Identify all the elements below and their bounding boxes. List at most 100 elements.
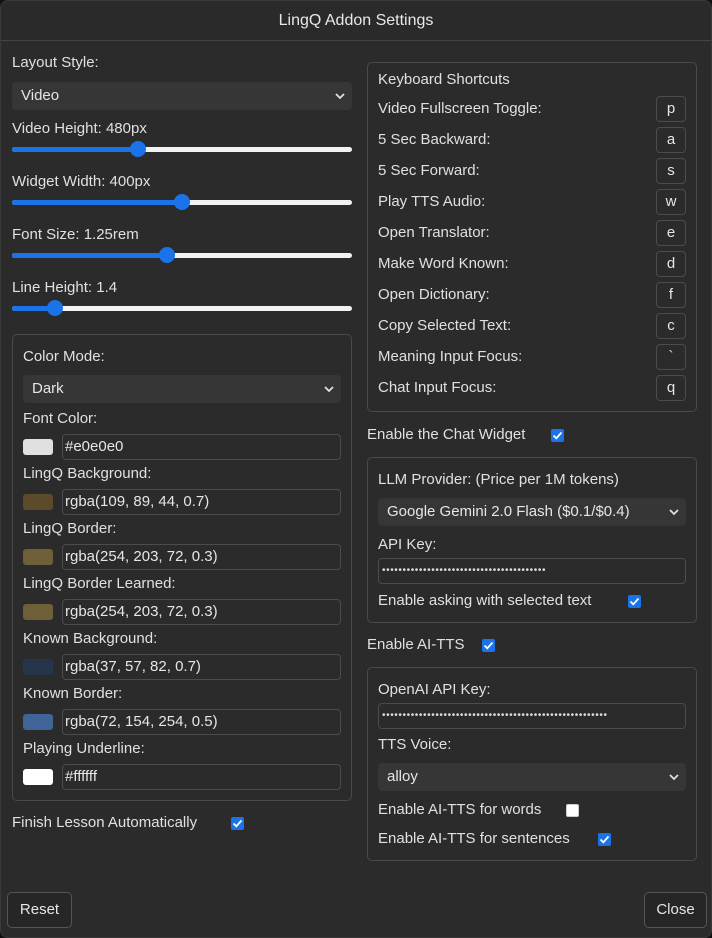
tts-voice-label: TTS Voice:	[378, 736, 452, 753]
widget-width-slider[interactable]	[12, 193, 352, 211]
slider-thumb[interactable]	[174, 194, 190, 210]
openai-key-label: OpenAI API Key:	[378, 681, 491, 698]
layout-style-value: Video	[21, 87, 60, 104]
selected-text-label: Enable asking with selected text	[378, 592, 592, 609]
keyboard-shortcuts-group: Keyboard Shortcuts Video Fullscreen Togg…	[367, 62, 697, 412]
chat-settings-group: LLM Provider: (Price per 1M tokens) Goog…	[367, 457, 697, 623]
color-mode-select[interactable]: Dark	[23, 375, 341, 403]
color-swatch[interactable]	[23, 439, 53, 455]
color-value-input[interactable]: #e0e0e0	[62, 434, 341, 460]
tts-sentences-checkbox[interactable]	[598, 833, 611, 846]
slider-thumb[interactable]	[158, 247, 175, 263]
color-value-input[interactable]: rgba(254, 203, 72, 0.3)	[62, 599, 341, 625]
shortcut-label: Open Translator:	[378, 224, 490, 241]
color-value-input[interactable]: rgba(72, 154, 254, 0.5)	[62, 709, 341, 735]
tts-words-checkbox[interactable]	[566, 804, 579, 817]
shortcut-key-input[interactable]: s	[656, 158, 686, 184]
color-field-label: Known Border:	[23, 685, 123, 702]
color-field-label: LingQ Background:	[23, 465, 152, 482]
color-swatch[interactable]	[23, 769, 53, 785]
shortcut-label: Play TTS Audio:	[378, 193, 486, 210]
font-size-slider[interactable]	[12, 246, 352, 264]
shortcut-label: Make Word Known:	[378, 255, 509, 272]
dialog-title: LingQ Addon Settings	[1, 1, 711, 41]
color-mode-value: Dark	[32, 380, 64, 397]
color-field-label: Playing Underline:	[23, 740, 145, 757]
api-key-input[interactable]: ••••••••••••••••••••••••••••••••••••••••	[378, 558, 686, 584]
shortcut-key-input[interactable]: p	[656, 96, 686, 122]
llm-provider-label: LLM Provider: (Price per 1M tokens)	[378, 471, 619, 488]
api-key-label: API Key:	[378, 536, 437, 553]
tts-sentences-label: Enable AI-TTS for sentences	[378, 830, 570, 847]
shortcut-key-input[interactable]: f	[656, 282, 686, 308]
checkmark-icon	[483, 641, 494, 650]
video-height-slider[interactable]	[12, 140, 352, 158]
shortcut-key-input[interactable]: c	[656, 313, 686, 339]
color-field-label: Known Background:	[23, 630, 158, 647]
line-height-label: Line Height: 1.4	[12, 279, 118, 296]
layout-style-label: Layout Style:	[12, 54, 99, 71]
finish-lesson-checkbox[interactable]	[231, 817, 244, 830]
color-settings-group: Color Mode: Dark Font Color: #e0e0e0 LingQ…	[12, 334, 352, 801]
enable-chat-checkbox[interactable]	[551, 429, 564, 442]
shortcut-label: Chat Input Focus:	[378, 379, 497, 396]
line-height-slider[interactable]	[12, 299, 352, 317]
color-value-input[interactable]: rgba(37, 57, 82, 0.7)	[62, 654, 341, 680]
color-field-label: LingQ Border Learned:	[23, 575, 176, 592]
shortcut-label: Open Dictionary:	[378, 286, 490, 303]
selected-text-checkbox[interactable]	[628, 595, 641, 608]
color-swatch[interactable]	[23, 659, 53, 675]
shortcut-key-input[interactable]: e	[656, 220, 686, 246]
shortcut-label: Video Fullscreen Toggle:	[378, 100, 542, 117]
checkmark-icon	[552, 431, 563, 440]
reset-button[interactable]: Reset	[7, 892, 72, 928]
llm-provider-value: Google Gemini 2.0 Flash ($0.1/$0.4)	[387, 503, 630, 520]
llm-provider-select[interactable]: Google Gemini 2.0 Flash ($0.1/$0.4)	[378, 498, 686, 526]
slider-track	[12, 306, 352, 311]
shortcut-label: 5 Sec Backward:	[378, 131, 491, 148]
finish-lesson-label: Finish Lesson Automatically	[12, 814, 198, 831]
slider-fill	[12, 147, 138, 152]
shortcut-label: Copy Selected Text:	[378, 317, 512, 334]
shortcut-key-input[interactable]: d	[656, 251, 686, 277]
color-value-input[interactable]: #ffffff	[62, 764, 341, 790]
tts-settings-group: OpenAI API Key: ••••••••••••••••••••••••…	[367, 667, 697, 861]
color-swatch[interactable]	[23, 604, 53, 620]
checkmark-icon	[599, 835, 610, 844]
shortcut-key-input[interactable]: q	[656, 375, 686, 401]
color-field-label: LingQ Border:	[23, 520, 117, 537]
shortcut-key-input[interactable]: w	[656, 189, 686, 215]
slider-thumb[interactable]	[129, 141, 146, 157]
color-field-label: Font Color:	[23, 410, 98, 427]
color-swatch[interactable]	[23, 714, 53, 730]
font-size-label: Font Size: 1.25rem	[12, 226, 139, 243]
checkmark-icon	[232, 819, 243, 828]
settings-dialog: LingQ Addon Settings Layout Style: Video…	[0, 0, 712, 938]
widget-width-label: Widget Width: 400px	[12, 173, 151, 190]
color-swatch[interactable]	[23, 549, 53, 565]
chevron-down-icon	[669, 774, 679, 781]
layout-style-select[interactable]: Video	[12, 82, 352, 110]
shortcut-label: 5 Sec Forward:	[378, 162, 480, 179]
shortcut-label: Meaning Input Focus:	[378, 348, 523, 365]
enable-tts-label: Enable AI-TTS	[367, 636, 465, 653]
shortcut-key-input[interactable]: a	[656, 127, 686, 153]
close-button[interactable]: Close	[644, 892, 707, 928]
slider-thumb[interactable]	[46, 300, 63, 316]
checkmark-icon	[629, 597, 640, 606]
enable-tts-checkbox[interactable]	[482, 639, 495, 652]
color-swatch[interactable]	[23, 494, 53, 510]
keyboard-shortcuts-title: Keyboard Shortcuts	[378, 71, 510, 88]
chevron-down-icon	[335, 93, 345, 100]
slider-fill	[12, 200, 182, 205]
openai-key-input[interactable]: ••••••••••••••••••••••••••••••••••••••••…	[378, 703, 686, 729]
color-value-input[interactable]: rgba(254, 203, 72, 0.3)	[62, 544, 341, 570]
tts-voice-select[interactable]: alloy	[378, 763, 686, 791]
enable-chat-label: Enable the Chat Widget	[367, 426, 526, 443]
chevron-down-icon	[324, 386, 334, 393]
color-value-input[interactable]: rgba(109, 89, 44, 0.7)	[62, 489, 341, 515]
shortcut-key-input[interactable]: `	[656, 344, 686, 370]
slider-fill	[12, 253, 167, 258]
chevron-down-icon	[669, 509, 679, 516]
tts-voice-value: alloy	[387, 768, 418, 785]
